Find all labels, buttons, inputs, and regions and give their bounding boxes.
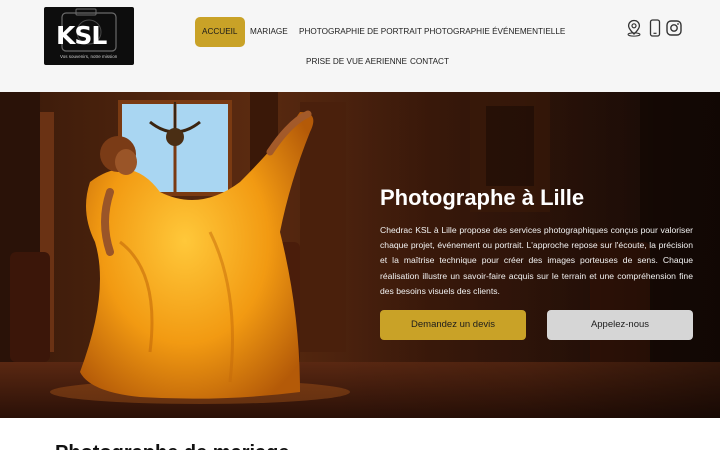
phone-icon[interactable] [647, 19, 663, 37]
hero-description: Chedrac KSL à Lille propose des services… [380, 225, 693, 296]
nav-item-contact[interactable]: Contact [410, 47, 449, 77]
nav-item-portrait[interactable]: Photographie de portrait [299, 17, 422, 47]
section-title: Photographe de mariage [55, 442, 290, 450]
nav-item-evenementielle[interactable]: Photographie événementielle [424, 17, 565, 47]
hero-title: Photographe à Lille [380, 185, 585, 210]
hero-banner: Photographe à Lille Chedrac KSL à Lille … [0, 92, 720, 418]
instagram-icon[interactable] [666, 19, 682, 37]
location-pin-icon[interactable] [626, 19, 642, 37]
logo-tagline: Vos souvenirs, notre mission [60, 54, 118, 59]
request-quote-button[interactable]: Demandez un devis [380, 310, 526, 340]
nav-item-mariage[interactable]: Mariage [250, 17, 288, 47]
ksl-logo[interactable]: KSL Vos souvenirs, notre mission [44, 7, 134, 65]
logo-wordmark: KSL [56, 21, 107, 50]
call-us-button[interactable]: Appelez-nous [547, 310, 693, 340]
site-header: KSL Vos souvenirs, notre mission Accueil… [0, 0, 720, 92]
nav-item-aerienne[interactable]: Prise de vue aerienne [306, 47, 407, 77]
wedding-section: Photographe de mariage [0, 418, 720, 450]
nav-item-accueil[interactable]: Accueil [195, 17, 245, 47]
